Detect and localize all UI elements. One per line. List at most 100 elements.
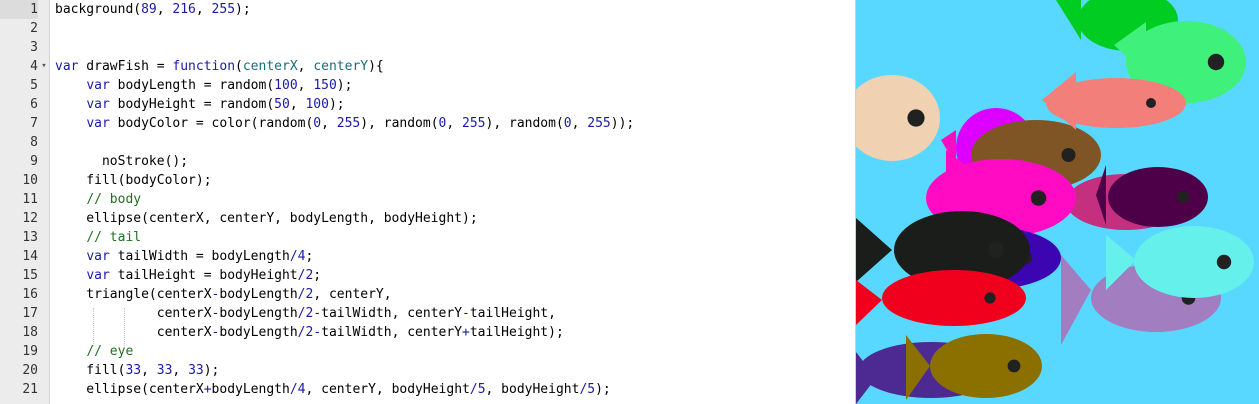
code-token: var <box>86 249 110 264</box>
fold-arrow-icon[interactable]: ▾ <box>40 57 48 76</box>
code-token: bodyLength <box>219 306 298 321</box>
line-number: 7 <box>30 116 38 131</box>
code-token: 216 <box>172 2 196 17</box>
code-text[interactable]: triangle(centerX-bodyLength/2, centerY, <box>55 285 391 304</box>
code-text[interactable]: // eye <box>55 342 133 361</box>
code-line[interactable]: 8 <box>0 133 855 152</box>
line-number: 12 <box>22 211 38 226</box>
code-line[interactable]: 21 ellipse(centerX+bodyLength/4, centerY… <box>0 380 855 399</box>
code-token: bodyHeight = random( <box>109 97 275 112</box>
code-token: , <box>141 363 157 378</box>
code-token: ); <box>595 382 611 397</box>
code-token: ellipse(centerX, centerY, bodyLength, bo… <box>55 211 478 226</box>
code-token: fill(bodyColor); <box>55 173 212 188</box>
fish-eye <box>1146 98 1156 108</box>
code-editor[interactable]: 1 background(89, 216, 255); 2 3 4 ▾ var drawFi… <box>0 0 856 404</box>
line-number: 8 <box>30 135 38 150</box>
code-text[interactable]: var bodyHeight = random(50, 100); <box>55 95 345 114</box>
code-line[interactable]: 6 var bodyHeight = random(50, 100); <box>0 95 855 114</box>
code-text[interactable]: // tail <box>55 228 141 247</box>
code-line[interactable]: 9 noStroke(); <box>0 152 855 171</box>
code-line[interactable]: 17 centerX-bodyLength/2-tailWidth, cente… <box>0 304 855 323</box>
code-line[interactable]: 1 background(89, 216, 255); <box>0 0 855 19</box>
code-text[interactable]: // body <box>55 190 141 209</box>
code-line[interactable]: 2 <box>0 19 855 38</box>
line-number: 13 <box>22 230 38 245</box>
code-token: , <box>571 116 588 131</box>
code-token: , <box>156 2 173 17</box>
code-text[interactable]: ellipse(centerX, centerY, bodyLength, bo… <box>55 209 478 228</box>
code-token: 33 <box>188 363 204 378</box>
code-text[interactable]: fill(bodyColor); <box>55 171 212 190</box>
code-line[interactable]: 5 var bodyLength = random(100, 150); <box>0 76 855 95</box>
code-line[interactable]: 12 ellipse(centerX, centerY, bodyLength,… <box>0 209 855 228</box>
code-token: var <box>86 78 110 93</box>
code-text[interactable]: var tailWidth = bodyLength/4; <box>55 247 313 266</box>
code-line[interactable]: 11 // body <box>0 190 855 209</box>
code-text[interactable]: var tailHeight = bodyHeight/2; <box>55 266 321 285</box>
code-token: tailHeight, <box>469 306 556 321</box>
code-token: tailWidth, centerY <box>321 325 463 340</box>
code-token: 255 <box>336 116 361 131</box>
code-line[interactable]: 14 var tailWidth = bodyLength/4; <box>0 247 855 266</box>
code-token: ; <box>305 249 314 264</box>
code-token: ); <box>328 97 345 112</box>
line-number: 6 <box>30 97 38 112</box>
code-text[interactable]: noStroke(); <box>55 152 188 171</box>
line-number: 9 <box>30 154 38 169</box>
line-number: 4 <box>30 59 38 74</box>
line-number: 1 <box>0 0 38 19</box>
fish-eye <box>1061 148 1076 162</box>
line-number: 10 <box>22 173 38 188</box>
code-text[interactable]: background(89, 216, 255); <box>55 0 251 19</box>
code-token: // eye <box>86 344 134 359</box>
fish-eye <box>1216 254 1232 270</box>
code-token: centerX <box>55 325 212 340</box>
code-token: centerY <box>313 59 369 74</box>
fish <box>930 334 1042 398</box>
code-token: / <box>289 249 298 264</box>
fish-eye <box>984 292 996 304</box>
fish-eye <box>907 109 925 127</box>
fish-eye <box>1030 190 1047 206</box>
code-token: / <box>289 382 298 397</box>
code-token: bodyLength <box>211 382 290 397</box>
code-text[interactable]: ellipse(centerX+bodyLength/4, centerY, b… <box>55 380 611 399</box>
code-text[interactable]: var bodyLength = random(100, 150); <box>55 76 352 95</box>
code-token: 5 <box>587 382 596 397</box>
fish <box>1108 167 1208 227</box>
code-text[interactable]: var drawFish = function(centerX, centerY… <box>55 57 384 76</box>
line-number: 18 <box>22 325 38 340</box>
code-line[interactable]: 16 triangle(centerX-bodyLength/2, center… <box>0 285 855 304</box>
code-token: ); <box>336 78 353 93</box>
code-line[interactable]: 10 fill(bodyColor); <box>0 171 855 190</box>
fish-body <box>882 270 1026 326</box>
code-token: tailWidth = bodyLength <box>109 249 290 264</box>
code-token: ){ <box>368 59 384 74</box>
code-token: ellipse(centerX <box>55 382 204 397</box>
code-text[interactable]: centerX-bodyLength/2-tailWidth, centerY-… <box>55 304 556 323</box>
code-text[interactable]: var bodyColor = color(random(0, 255), ra… <box>55 114 634 133</box>
code-text[interactable]: fill(33, 33, 33); <box>55 361 219 380</box>
code-line[interactable]: 18 centerX-bodyLength/2-tailWidth, cente… <box>0 323 855 342</box>
code-token: var <box>86 116 110 131</box>
code-line[interactable]: 20 fill(33, 33, 33); <box>0 361 855 380</box>
code-line[interactable]: 19 // eye <box>0 342 855 361</box>
code-token: bodyLength <box>219 287 298 302</box>
code-token: 150 <box>313 78 337 93</box>
code-line[interactable]: 15 var tailHeight = bodyHeight/2; <box>0 266 855 285</box>
code-token: 0 <box>313 116 322 131</box>
code-text[interactable]: centerX-bodyLength/2-tailWidth, centerY+… <box>55 323 564 342</box>
line-number: 21 <box>22 382 38 397</box>
code-line[interactable]: 7 var bodyColor = color(random(0, 255), … <box>0 114 855 133</box>
code-token: , centerY, bodyHeight <box>305 382 470 397</box>
code-token: + <box>462 325 470 340</box>
output-canvas <box>856 0 1259 404</box>
code-line[interactable]: 3 <box>0 38 855 57</box>
code-token: var <box>86 268 110 283</box>
code-token: )); <box>610 116 635 131</box>
code-line[interactable]: 13 // tail <box>0 228 855 247</box>
code-line[interactable]: 4 ▾ var drawFish = function(centerX, cente… <box>0 57 855 76</box>
